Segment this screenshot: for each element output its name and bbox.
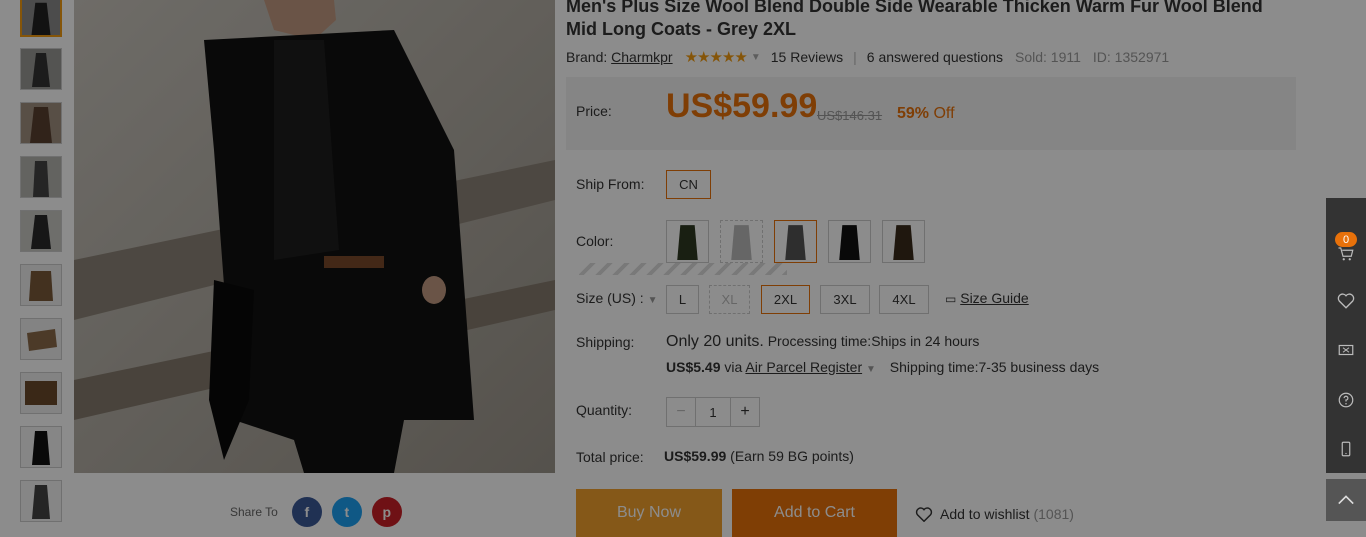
current-price: US$59.99 <box>666 87 818 125</box>
mobile-icon <box>1341 441 1351 457</box>
heart-icon <box>1337 293 1355 309</box>
color-label: Color: <box>576 233 614 249</box>
cart-sidebar-button[interactable]: 0 <box>1326 213 1366 273</box>
size-unit-dropdown-icon[interactable]: ▼ <box>648 295 658 306</box>
shipping-cost: US$5.49 <box>666 359 721 375</box>
stock-units: Only 20 units. <box>666 333 764 350</box>
help-sidebar-button[interactable] <box>1326 375 1366 425</box>
pinterest-glyph: p <box>382 504 392 520</box>
product-meta: Brand: Charmkpr ★★★★★ ▼ 15 Reviews | 6 a… <box>566 48 1169 66</box>
discount-badge: 59% Off <box>897 105 955 123</box>
thumbnail-3[interactable] <box>20 102 62 144</box>
cart-count-badge: 0 <box>1335 232 1357 247</box>
main-product-image[interactable] <box>74 0 555 473</box>
size-label-text: Size (US) : <box>576 290 644 306</box>
quantity-minus-button[interactable]: − <box>667 398 695 426</box>
quantity-plus-button[interactable]: + <box>731 398 759 426</box>
brand-label: Brand: <box>566 49 608 65</box>
total-price-label: Total price: <box>576 449 644 465</box>
shipping-method-link[interactable]: Air Parcel Register <box>745 359 862 375</box>
thumbnail-7[interactable] <box>20 318 62 360</box>
brand-link[interactable]: Charmkpr <box>611 49 672 65</box>
bg-points: (Earn 59 BG points) <box>730 448 854 464</box>
back-to-top-button[interactable] <box>1326 479 1366 521</box>
rating-stars-icon[interactable]: ★★★★★ <box>685 48 748 66</box>
shipping-stock-line: Only 20 units. Processing time:Ships in … <box>666 333 979 351</box>
ruler-icon: ▭ <box>945 292 957 306</box>
size-option-xl[interactable]: XL <box>709 285 750 314</box>
coupon-icon <box>1338 344 1354 356</box>
quantity-input[interactable]: 1 <box>695 398 731 426</box>
questions-link[interactable]: 6 answered questions <box>867 49 1003 65</box>
product-id: ID: 1352971 <box>1092 49 1170 65</box>
size-option-4xl[interactable]: 4XL <box>879 285 929 314</box>
total-price-value: US$59.99 <box>664 448 727 464</box>
size-option-3xl[interactable]: 3XL <box>820 285 870 314</box>
size-label: Size (US) : ▼ <box>576 290 657 306</box>
share-label: Share To <box>230 505 278 519</box>
ship-from-option-cn[interactable]: CN <box>666 170 711 199</box>
thumbnail-4[interactable] <box>20 156 62 198</box>
app-sidebar-button[interactable] <box>1326 424 1366 474</box>
right-sidebar: 0 <box>1326 198 1366 473</box>
shipping-method-line: US$5.49 via Air Parcel Register ▼ Shippi… <box>666 359 1099 375</box>
rating-dropdown-icon[interactable]: ▼ <box>751 52 761 63</box>
shipping-time: Shipping time:7-35 business days <box>889 359 1100 375</box>
price-box: Price: US$59.99 US$146.31 59% Off <box>566 77 1296 150</box>
color-swatch-grey[interactable] <box>774 220 817 263</box>
buy-now-button[interactable]: Buy Now <box>576 489 722 537</box>
twitter-icon[interactable]: t <box>331 497 362 527</box>
size-guide-text: Size Guide <box>960 290 1029 306</box>
loading-stripe <box>579 263 787 275</box>
shipping-method-dropdown-icon[interactable]: ▼ <box>866 364 876 375</box>
shipping-label: Shipping: <box>576 334 635 350</box>
thumbnail-8[interactable] <box>20 372 62 414</box>
divider: | <box>853 49 857 65</box>
heart-icon <box>915 507 933 522</box>
pinterest-icon[interactable]: p <box>371 497 402 527</box>
quantity-stepper: − 1 + <box>666 397 760 427</box>
color-swatch-army-green[interactable] <box>666 220 709 263</box>
thumbnail-10[interactable] <box>20 480 62 522</box>
size-option-2xl[interactable]: 2XL <box>761 285 810 314</box>
add-to-wishlist-button[interactable]: Add to wishlist (1081) <box>915 506 1074 522</box>
facebook-glyph: f <box>304 504 310 520</box>
quantity-label: Quantity: <box>576 402 633 418</box>
total-price-line: US$59.99 (Earn 59 BG points) <box>664 448 854 464</box>
ship-from-label: Ship From: <box>576 176 645 192</box>
question-icon <box>1338 392 1354 408</box>
facebook-icon[interactable]: f <box>291 497 322 527</box>
twitter-glyph: t <box>344 504 350 520</box>
processing-time: Processing time:Ships in 24 hours <box>767 333 980 349</box>
product-title: Men's Plus Size Wool Blend Double Side W… <box>566 0 1263 39</box>
shipping-via: via <box>724 359 743 375</box>
wishlist-label: Add to wishlist <box>940 506 1030 522</box>
thumbnail-9[interactable] <box>20 426 62 468</box>
size-option-l[interactable]: L <box>666 285 699 314</box>
thumbnail-6[interactable] <box>20 264 62 306</box>
size-guide-link[interactable]: ▭ Size Guide <box>945 290 1029 306</box>
share-bar: Share To f t p <box>230 497 412 527</box>
coupon-sidebar-button[interactable] <box>1326 325 1366 375</box>
thumbnail-5[interactable] <box>20 210 62 252</box>
color-swatch-black[interactable] <box>828 220 871 263</box>
discount-percent: 59% <box>897 105 930 122</box>
original-price: US$146.31 <box>817 108 883 123</box>
color-swatch-light-grey[interactable] <box>720 220 763 263</box>
cart-icon <box>1338 247 1354 261</box>
thumbnail-2[interactable] <box>20 48 62 90</box>
wishlist-count: (1081) <box>1033 506 1074 522</box>
thumbnail-1[interactable] <box>20 0 62 37</box>
add-to-cart-button[interactable]: Add to Cart <box>732 489 897 537</box>
discount-word: Off <box>933 105 955 122</box>
wishlist-sidebar-button[interactable] <box>1326 276 1366 326</box>
price-label: Price: <box>576 103 612 119</box>
reviews-link[interactable]: 15 Reviews <box>771 49 843 65</box>
sold-count: Sold: 1911 <box>1014 49 1081 65</box>
color-swatch-brown[interactable] <box>882 220 925 263</box>
chevron-up-icon <box>1338 495 1354 505</box>
